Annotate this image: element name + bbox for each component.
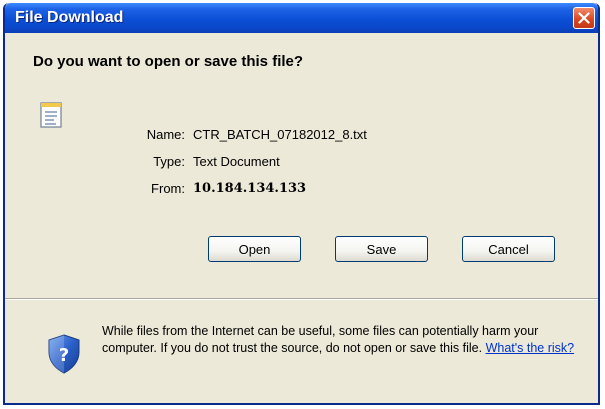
close-button[interactable] bbox=[573, 7, 595, 29]
file-from-row: From: 10.184.134.133 bbox=[5, 181, 598, 199]
cancel-button[interactable]: Cancel bbox=[462, 236, 555, 262]
file-name-row: Name: CTR_BATCH_07182012_8.txt bbox=[5, 127, 598, 145]
file-type-label: Type: bbox=[153, 154, 185, 169]
open-button[interactable]: Open bbox=[208, 236, 301, 262]
file-type-value: Text Document bbox=[193, 154, 280, 169]
save-button[interactable]: Save bbox=[335, 236, 428, 262]
separator bbox=[5, 298, 598, 300]
security-shield-question-icon: ? bbox=[47, 334, 81, 379]
file-name-label: Name: bbox=[146, 127, 185, 142]
file-from-label: From: bbox=[151, 181, 185, 196]
svg-text:?: ? bbox=[59, 345, 69, 366]
file-type-row: Type: Text Document bbox=[5, 154, 598, 172]
warning-message: While files from the Internet can be use… bbox=[102, 323, 592, 357]
file-name-value: CTR_BATCH_07182012_8.txt bbox=[193, 127, 367, 142]
warning-text: While files from the Internet can be use… bbox=[102, 324, 539, 355]
file-download-dialog: File Download Do you want to open or sav… bbox=[3, 3, 600, 405]
file-from-value: 10.184.134.133 bbox=[193, 181, 307, 196]
dialog-title: File Download bbox=[15, 9, 124, 26]
title-bar[interactable]: File Download bbox=[5, 3, 598, 33]
prompt-question: Do you want to open or save this file? bbox=[33, 53, 304, 70]
close-icon bbox=[578, 12, 590, 24]
whats-the-risk-link[interactable]: What's the risk? bbox=[486, 341, 575, 355]
